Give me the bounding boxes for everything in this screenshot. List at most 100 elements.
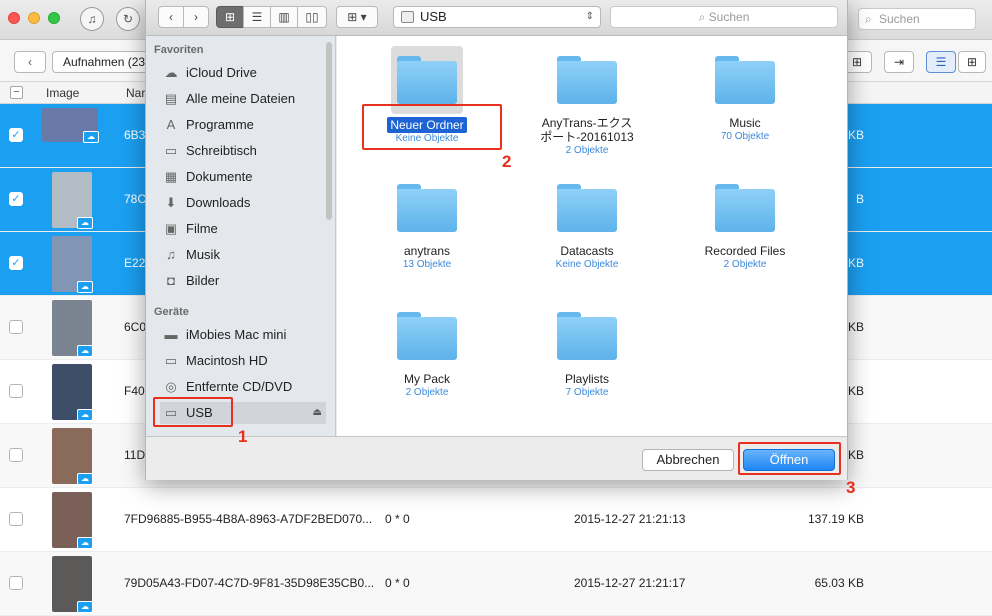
arrange-button[interactable]: ⊞ ▾ — [336, 6, 378, 28]
dialog-sidebar: Favoriten ☁ iCloud Drive ▤ Alle meine Datei… — [146, 36, 336, 436]
table-row[interactable]: ☁ 79D05A43-FD07-4C7D-9F81-35D98E35CB0... 0… — [0, 552, 992, 616]
photo-name: 7FD96885-B955-4B8A-8963-A7DF2BED070... — [124, 512, 373, 526]
sidebar-item-schreibtisch[interactable]: ▭ Schreibtisch — [160, 140, 326, 162]
sidebar-item-musik[interactable]: ♫ Musik — [160, 244, 326, 266]
folder-item[interactable]: anytrans 13 Objekte — [352, 174, 502, 271]
folder-item[interactable]: AnyTrans-エクス ポート-20161013 2 Objekte — [512, 46, 662, 157]
photo-thumbnail: ☁ — [52, 300, 93, 357]
folder-icon — [715, 56, 775, 104]
chevron-left-icon: ‹ — [28, 55, 32, 69]
cloud-icon: ☁ — [77, 217, 93, 229]
dialog-back-button[interactable]: ‹ — [158, 6, 184, 28]
column-view-icon: ▥ — [278, 10, 290, 24]
list-view-button[interactable]: ☰ — [926, 51, 956, 73]
photo-size: 137.19 KB — [807, 512, 864, 526]
zoom-window-button[interactable] — [48, 12, 60, 24]
folder-item-count: Keine Objekte — [555, 259, 619, 270]
row-checkbox[interactable]: ✓ — [9, 256, 23, 270]
sidebar-item-filme[interactable]: ▣ Filme — [160, 218, 326, 240]
itunes-button[interactable]: ♫ — [80, 7, 104, 31]
chevron-right-icon: › — [194, 10, 198, 24]
location-popup[interactable]: USB ⇕ — [393, 6, 601, 28]
folder-name: Datacasts — [560, 244, 614, 258]
photo-thumbnail: ☁ — [42, 108, 99, 143]
app-search-placeholder: Suchen — [879, 12, 920, 26]
sidebar-item-label: iMobies Mac mini — [186, 327, 287, 342]
folder-item[interactable]: Datacasts Keine Objekte — [512, 174, 662, 271]
folder-name: AnyTrans-エクス — [541, 116, 633, 130]
sidebar-item-icloud-drive[interactable]: ☁ iCloud Drive — [160, 62, 326, 84]
folder-item-count: 2 Objekte — [723, 259, 767, 270]
photo-size: B — [855, 192, 864, 206]
drive-icon: ▭ — [164, 353, 178, 368]
sidebar-item-programme[interactable]: A Programme — [160, 114, 326, 136]
sidebar-item-imobies-mac-mini[interactable]: ▬ iMobies Mac mini — [160, 324, 326, 346]
close-window-button[interactable] — [8, 12, 20, 24]
column-name[interactable]: Nar — [126, 86, 145, 100]
sidebar-item-entfernte-cd-dvd[interactable]: ◎ Entfernte CD/DVD — [160, 376, 326, 398]
sidebar-scrollbar[interactable] — [326, 42, 332, 220]
grid-view-button[interactable]: ⊞ — [958, 51, 986, 73]
callout-box-folder — [362, 104, 502, 150]
location-label: USB — [420, 9, 447, 24]
up-down-chevron-icon: ⇕ — [585, 11, 594, 22]
photo-name: 6C0 — [124, 320, 147, 334]
sidebar-item-label: iCloud Drive — [186, 65, 257, 80]
folder-icon — [397, 312, 457, 360]
callout-number-1: 1 — [238, 427, 248, 446]
photo-size: KB — [847, 128, 864, 142]
list-view-button[interactable]: ☰ — [243, 6, 271, 28]
folder-item[interactable]: Music 70 Objekte — [670, 46, 820, 143]
column-view-button[interactable]: ▥ — [270, 6, 298, 28]
photo-date: 2015-12-27 21:21:17 — [574, 576, 686, 590]
folder-item[interactable]: My Pack 2 Objekte — [352, 302, 502, 399]
sidebar-item-downloads[interactable]: ⬇ Downloads — [160, 192, 326, 214]
photo-dimensions: 0 * 0 — [385, 512, 410, 526]
select-all-checkbox[interactable]: − — [10, 86, 23, 99]
eject-icon[interactable]: ⏏ — [313, 402, 322, 424]
folder-item[interactable]: Playlists 7 Objekte — [512, 302, 662, 399]
folder-icon — [557, 56, 617, 104]
search-icon: ⌕ — [698, 10, 709, 24]
row-checkbox[interactable] — [9, 320, 23, 334]
folder-item-count: 2 Objekte — [405, 387, 449, 398]
table-row[interactable]: ☁ 7FD96885-B955-4B8A-8963-A7DF2BED070... 0… — [0, 488, 992, 552]
app-search-field[interactable]: ⌕ Suchen — [858, 8, 976, 30]
callout-number-2: 2 — [502, 152, 512, 171]
sidebar-item-label: Alle meine Dateien — [186, 91, 296, 106]
row-checkbox[interactable]: ✓ — [9, 192, 23, 206]
row-checkbox[interactable]: ✓ — [9, 128, 23, 142]
icon-view-button[interactable]: ⊞ — [216, 6, 244, 28]
row-checkbox[interactable] — [9, 448, 23, 462]
back-button[interactable]: ‹ — [14, 51, 46, 73]
refresh-button[interactable]: ↻ — [116, 7, 140, 31]
folder-item-count: 7 Objekte — [565, 387, 609, 398]
row-checkbox[interactable] — [9, 384, 23, 398]
icon-view-icon: ⊞ — [224, 10, 236, 24]
sidebar-item-label: Programme — [186, 117, 254, 132]
sidebar-item-label: Downloads — [186, 195, 251, 210]
cancel-button[interactable]: Abbrechen — [642, 449, 734, 471]
dialog-search-placeholder: Suchen — [708, 10, 750, 24]
sidebar-item-label: Musik — [186, 247, 220, 262]
row-checkbox[interactable] — [9, 576, 23, 590]
downloads-icon: ⬇ — [165, 195, 177, 210]
coverflow-view-button[interactable]: ▯▯ — [297, 6, 327, 28]
music-icon: ♫ — [166, 247, 176, 262]
sidebar-item-label: Dokumente — [186, 169, 253, 184]
sidebar-item-alle-meine-dateien[interactable]: ▤ Alle meine Dateien — [160, 88, 326, 110]
dialog-search-field[interactable]: ⌕ Suchen — [610, 6, 838, 28]
sidebar-item-bilder[interactable]: ◘ Bilder — [160, 270, 326, 292]
row-checkbox[interactable] — [9, 512, 23, 526]
export-button[interactable]: ⇥ — [884, 51, 914, 73]
photo-size: KB — [847, 448, 864, 462]
dialog-forward-button[interactable]: › — [183, 6, 209, 28]
column-image[interactable]: Image — [46, 86, 79, 100]
folder-selector[interactable]: Aufnahmen (23) — [52, 51, 148, 73]
computer-icon: ▬ — [164, 327, 178, 342]
sidebar-item-dokumente[interactable]: ▦ Dokumente — [160, 166, 326, 188]
folder-icon — [397, 184, 457, 232]
minimize-window-button[interactable] — [28, 12, 40, 24]
folder-item[interactable]: Recorded Files 2 Objekte — [670, 174, 820, 271]
sidebar-item-macintosh-hd[interactable]: ▭ Macintosh HD — [160, 350, 326, 372]
